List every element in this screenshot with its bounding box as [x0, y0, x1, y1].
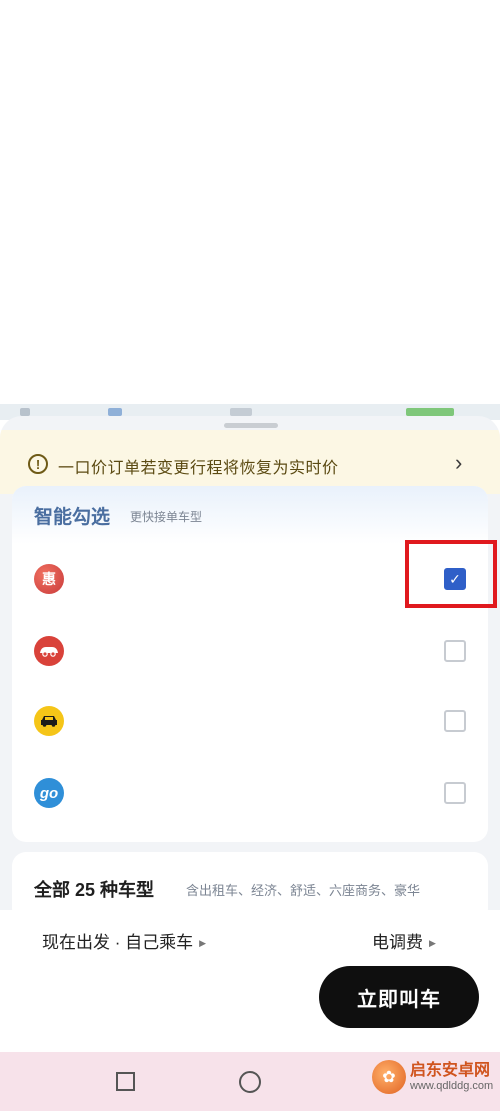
call-car-button[interactable]: 立即叫车	[319, 966, 479, 1028]
top-blank-area	[0, 0, 500, 412]
bottom-sheet: ! 一口价订单若变更行程将恢复为实时价 › 智能勾选 更快接单车型 惠 ✓ go…	[0, 416, 500, 910]
watermark-logo-icon: ✿	[372, 1060, 406, 1094]
watermark-name: 启东安卓网	[410, 1062, 491, 1080]
taxi-logo-icon	[34, 706, 64, 736]
price-notice-bar[interactable]: ! 一口价订单若变更行程将恢复为实时价 ›	[0, 430, 500, 494]
car-logo-icon	[34, 636, 64, 666]
car-type-checkbox-2[interactable]	[444, 640, 466, 662]
triangle-right-icon: ▶	[429, 938, 436, 949]
triangle-right-icon: ▶	[199, 938, 207, 949]
highlight-box	[405, 540, 497, 608]
smart-select-title: 智能勾选	[34, 507, 111, 528]
notice-text: 一口价订单若变更行程将恢复为实时价	[58, 460, 339, 477]
depart-option[interactable]: 现在出发 · 自己乘车 ▶	[42, 928, 206, 953]
car-type-checkbox-3[interactable]	[444, 710, 466, 732]
all-car-types-subtitle: 含出租车、经济、舒适、六座商务、豪华	[186, 883, 421, 898]
depart-label: 现在出发 · 自己乘车	[42, 933, 194, 952]
all-car-types-card[interactable]: 全部 25 种车型 含出租车、经济、舒适、六座商务、豪华	[12, 852, 488, 910]
recent-apps-icon[interactable]	[116, 1072, 135, 1091]
car-type-row-3[interactable]	[12, 686, 488, 758]
watermark: ✿ 启东安卓网 www.qdlddg.com	[372, 1060, 493, 1094]
car-type-checkbox-4[interactable]	[444, 782, 466, 804]
watermark-url: www.qdlddg.com	[410, 1079, 494, 1092]
smart-select-subtitle: 更快接单车型	[130, 510, 203, 524]
home-icon[interactable]	[239, 1071, 261, 1093]
sheet-grabber[interactable]	[224, 423, 278, 428]
fee-label: 电调费	[372, 933, 423, 952]
chevron-right-icon[interactable]: ›	[455, 450, 462, 476]
hui-logo-icon: 惠	[34, 564, 64, 594]
car-type-row-4[interactable]: go	[12, 758, 488, 830]
go-logo-icon: go	[34, 778, 64, 808]
all-car-types-title: 全部 25 种车型	[34, 880, 155, 900]
system-nav-bar: ✿ 启东安卓网 www.qdlddg.com	[0, 1052, 500, 1111]
car-type-row-2[interactable]	[12, 616, 488, 688]
smart-select-header: 智能勾选 更快接单车型	[12, 486, 488, 544]
fee-option[interactable]: 电调费 ▶	[372, 928, 436, 953]
bottom-action-bar: 现在出发 · 自己乘车 ▶ 电调费 ▶ 立即叫车	[0, 910, 500, 1052]
exclamation-circle-icon: !	[28, 454, 48, 474]
